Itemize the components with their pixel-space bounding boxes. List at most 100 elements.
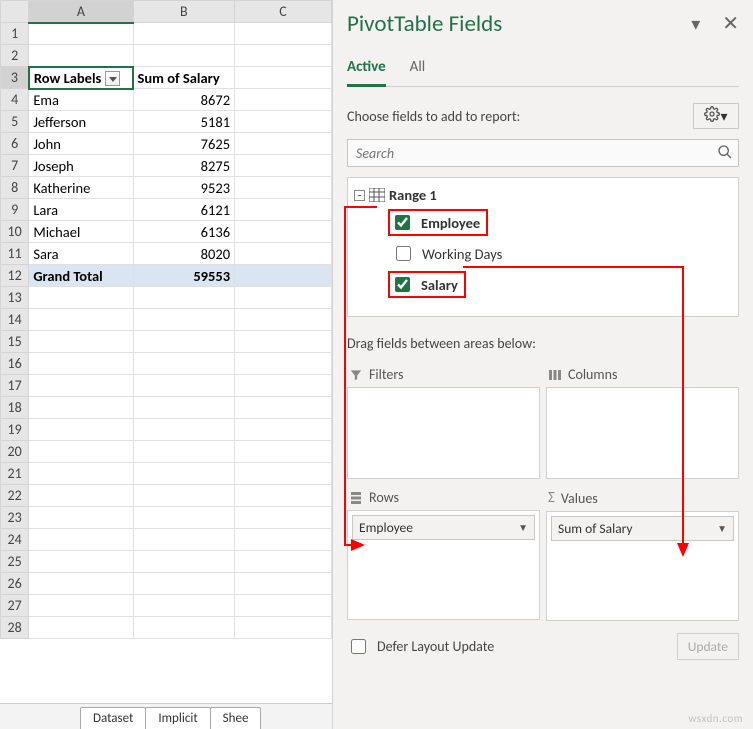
cell[interactable] bbox=[29, 397, 133, 419]
field-working-days[interactable]: Working Days bbox=[352, 239, 734, 268]
search-input[interactable] bbox=[347, 139, 739, 167]
row-header[interactable]: 21 bbox=[1, 463, 29, 485]
cell[interactable] bbox=[133, 441, 235, 463]
cell-label[interactable]: Katherine bbox=[29, 177, 133, 199]
cell[interactable] bbox=[235, 155, 332, 177]
column-header-c[interactable]: C bbox=[235, 1, 332, 23]
cell[interactable] bbox=[133, 23, 235, 45]
cell[interactable] bbox=[235, 573, 332, 595]
cell-total-label[interactable]: Grand Total bbox=[29, 265, 133, 287]
cell[interactable] bbox=[29, 309, 133, 331]
cell[interactable] bbox=[29, 331, 133, 353]
row-header[interactable]: 20 bbox=[1, 441, 29, 463]
cell-label[interactable]: John bbox=[29, 133, 133, 155]
cell-label[interactable]: Sara bbox=[29, 243, 133, 265]
row-header[interactable]: 22 bbox=[1, 485, 29, 507]
cell[interactable] bbox=[235, 331, 332, 353]
defer-layout[interactable]: Defer Layout Update bbox=[347, 636, 494, 657]
cell-value[interactable]: 8672 bbox=[133, 89, 235, 111]
cell-sum-hdr[interactable]: Sum of Salary bbox=[133, 67, 235, 89]
row-header[interactable]: 13 bbox=[1, 287, 29, 309]
row-header[interactable]: 9 bbox=[1, 199, 29, 221]
row-header[interactable]: 25 bbox=[1, 551, 29, 573]
cell[interactable] bbox=[235, 23, 332, 45]
cell[interactable] bbox=[133, 419, 235, 441]
cell[interactable] bbox=[133, 595, 235, 617]
cell[interactable] bbox=[133, 45, 235, 67]
field-working-days-checkbox[interactable] bbox=[396, 246, 411, 261]
column-header-a[interactable]: A bbox=[29, 1, 133, 23]
sheet-tab-shee[interactable]: Shee bbox=[210, 707, 262, 729]
columns-dropzone[interactable] bbox=[546, 387, 739, 479]
field-employee-checkbox[interactable] bbox=[395, 215, 410, 230]
field-list[interactable]: – Range 1 Employee Working Days Salary bbox=[347, 177, 739, 317]
cell-row-labels-hdr[interactable]: Row Labels bbox=[29, 67, 133, 89]
cell-label[interactable]: Ema bbox=[29, 89, 133, 111]
cell[interactable] bbox=[235, 529, 332, 551]
sheet-tab-implicit[interactable]: Implicit bbox=[145, 707, 210, 729]
cell[interactable] bbox=[29, 45, 133, 67]
cell-label[interactable]: Jefferson bbox=[29, 111, 133, 133]
cell-label[interactable]: Michael bbox=[29, 221, 133, 243]
cell[interactable] bbox=[235, 243, 332, 265]
cell[interactable] bbox=[235, 551, 332, 573]
cell[interactable] bbox=[29, 441, 133, 463]
cell[interactable] bbox=[29, 595, 133, 617]
pane-options-dropdown-icon[interactable]: ▾ bbox=[691, 15, 700, 33]
cell[interactable] bbox=[29, 287, 133, 309]
cell-label[interactable]: Lara bbox=[29, 199, 133, 221]
cell[interactable] bbox=[235, 199, 332, 221]
row-header[interactable]: 11 bbox=[1, 243, 29, 265]
column-header-b[interactable]: B bbox=[133, 1, 235, 23]
cell-value[interactable]: 5181 bbox=[133, 111, 235, 133]
cell[interactable] bbox=[29, 617, 133, 639]
cell[interactable] bbox=[29, 551, 133, 573]
cell[interactable] bbox=[29, 419, 133, 441]
cell[interactable] bbox=[29, 463, 133, 485]
cell-label[interactable]: Joseph bbox=[29, 155, 133, 177]
row-header[interactable]: 17 bbox=[1, 375, 29, 397]
row-header[interactable]: 19 bbox=[1, 419, 29, 441]
row-header[interactable]: 3 bbox=[1, 67, 29, 89]
row-header[interactable]: 16 bbox=[1, 353, 29, 375]
tab-active[interactable]: Active bbox=[347, 52, 386, 87]
cell[interactable] bbox=[235, 397, 332, 419]
cell[interactable] bbox=[235, 595, 332, 617]
cell[interactable] bbox=[235, 111, 332, 133]
cell[interactable] bbox=[133, 397, 235, 419]
row-header[interactable]: 7 bbox=[1, 155, 29, 177]
cell[interactable] bbox=[133, 617, 235, 639]
filters-dropzone[interactable] bbox=[347, 387, 540, 479]
row-header[interactable]: 10 bbox=[1, 221, 29, 243]
cell[interactable] bbox=[235, 375, 332, 397]
cell[interactable] bbox=[29, 573, 133, 595]
range-row[interactable]: – Range 1 bbox=[352, 184, 734, 206]
tools-dropdown[interactable]: ▾ bbox=[693, 103, 739, 129]
cell[interactable] bbox=[133, 309, 235, 331]
cell[interactable] bbox=[235, 309, 332, 331]
cell[interactable] bbox=[133, 287, 235, 309]
cell[interactable] bbox=[235, 287, 332, 309]
cell[interactable] bbox=[133, 463, 235, 485]
cell[interactable] bbox=[133, 331, 235, 353]
cell-value[interactable]: 8020 bbox=[133, 243, 235, 265]
rows-item-employee[interactable]: Employee▼ bbox=[352, 515, 535, 540]
cell[interactable] bbox=[235, 617, 332, 639]
row-header[interactable]: 2 bbox=[1, 45, 29, 67]
row-header[interactable]: 15 bbox=[1, 331, 29, 353]
select-all-corner[interactable] bbox=[1, 1, 29, 23]
close-icon[interactable]: ✕ bbox=[722, 14, 739, 34]
cell[interactable] bbox=[133, 573, 235, 595]
cell[interactable] bbox=[235, 507, 332, 529]
collapse-icon[interactable]: – bbox=[354, 190, 365, 201]
cell[interactable] bbox=[133, 353, 235, 375]
cell[interactable] bbox=[235, 485, 332, 507]
row-header[interactable]: 1 bbox=[1, 23, 29, 45]
row-header[interactable]: 4 bbox=[1, 89, 29, 111]
cell[interactable] bbox=[29, 23, 133, 45]
cell[interactable] bbox=[133, 529, 235, 551]
tab-all[interactable]: All bbox=[410, 52, 426, 86]
cell[interactable] bbox=[133, 551, 235, 573]
cell-total-value[interactable]: 59553 bbox=[133, 265, 235, 287]
cell[interactable] bbox=[29, 507, 133, 529]
